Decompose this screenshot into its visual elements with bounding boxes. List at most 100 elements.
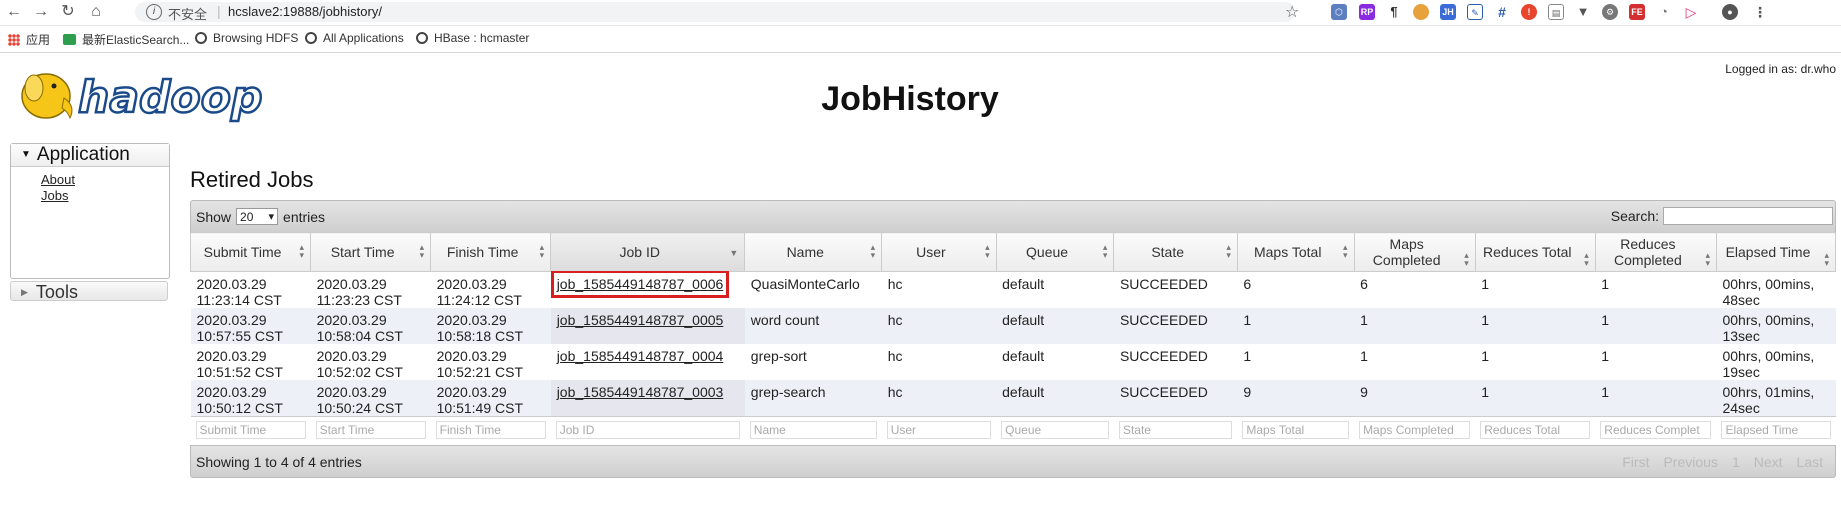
extension-icon[interactable]: ⬡: [1331, 4, 1347, 20]
extension-icon[interactable]: ▤: [1548, 4, 1564, 20]
sidebar-link-jobs[interactable]: Jobs: [41, 188, 169, 204]
filter-input[interactable]: Start Time: [315, 421, 426, 439]
filter-input[interactable]: Maps Total: [1242, 421, 1350, 439]
home-icon[interactable]: ⌂: [86, 3, 106, 21]
column-header[interactable]: Finish Time ▴ ▾: [430, 232, 552, 272]
pager-next[interactable]: Next: [1754, 454, 1783, 470]
forward-icon[interactable]: →: [31, 3, 51, 21]
back-icon[interactable]: ←: [4, 3, 24, 21]
filter-input[interactable]: Elapsed Time: [1721, 421, 1831, 439]
cookie-extension-icon[interactable]: [1413, 4, 1429, 20]
job-id-link[interactable]: job_1585449148787_0003: [557, 384, 724, 400]
sort-icon: ▴ ▾: [1824, 250, 1829, 268]
pilcrow-extension-icon[interactable]: ¶: [1386, 4, 1402, 20]
folder-icon: [63, 34, 76, 45]
table-info: Showing 1 to 4 of 4 entries: [196, 453, 362, 470]
play-extension-icon[interactable]: ▷: [1683, 4, 1699, 20]
avatar-icon[interactable]: ●: [1722, 4, 1738, 20]
extension-icon[interactable]: RP: [1359, 4, 1375, 20]
page-size-select[interactable]: 20: [236, 208, 279, 226]
menu-dots-icon[interactable]: ⋮: [1752, 4, 1768, 20]
extension-icon[interactable]: FE: [1629, 4, 1645, 20]
column-header[interactable]: Start Time ▴ ▾: [310, 232, 432, 272]
table-row: 2020.03.29 11:23:14 CST 2020.03.29 11:23…: [190, 270, 1836, 308]
globe-icon: [416, 32, 428, 44]
pager-last[interactable]: Last: [1797, 454, 1823, 470]
filter-input[interactable]: Submit Time: [195, 421, 306, 439]
table-footer: Showing 1 to 4 of 4 entries First Previo…: [190, 444, 1836, 478]
filter-input[interactable]: Maps Completed: [1359, 421, 1471, 439]
filter-row: Submit Time Start Time Finish Time Job I…: [190, 416, 1836, 445]
grid-extension-icon[interactable]: #: [1494, 4, 1510, 20]
info-icon[interactable]: i: [146, 4, 162, 20]
section-title: Retired Jobs: [190, 167, 314, 192]
bookmark-all-applications[interactable]: All Applications: [305, 31, 404, 45]
table-row: 2020.03.29 10:50:12 CST 2020.03.29 10:50…: [190, 380, 1836, 417]
column-header[interactable]: Maps Completed ▴ ▾: [1353, 232, 1476, 272]
gear-extension-icon[interactable]: ⚙: [1602, 4, 1618, 20]
pager-page-1[interactable]: 1: [1732, 454, 1740, 470]
bookmark-star-icon[interactable]: ☆: [1285, 2, 1299, 22]
bookmark-hbase[interactable]: HBase : hcmaster: [416, 31, 529, 45]
search-control: Search:: [1611, 207, 1833, 225]
url-separator: |: [217, 3, 221, 19]
filter-input[interactable]: Job ID: [555, 421, 740, 439]
job-id-link[interactable]: job_1585449148787_0006: [550, 270, 730, 298]
column-header[interactable]: State ▴ ▾: [1113, 232, 1238, 272]
sort-icon: ▴ ▾: [870, 242, 876, 260]
filter-input[interactable]: State: [1118, 421, 1233, 439]
pager-first[interactable]: First: [1622, 454, 1649, 470]
apps-grid-icon: [8, 33, 20, 46]
extension-icon[interactable]: ◔: [1656, 4, 1672, 20]
column-header[interactable]: User ▴ ▾: [881, 232, 997, 272]
collapsed-triangle-icon: ▶: [21, 287, 28, 297]
alert-extension-icon[interactable]: !: [1521, 4, 1537, 20]
insecure-label: 不安全: [168, 7, 208, 22]
filter-input[interactable]: Reduces Total: [1480, 421, 1591, 439]
sort-icon: ▴ ▾: [539, 242, 545, 260]
column-header[interactable]: Job ID ▼: [550, 232, 746, 272]
job-id-link[interactable]: job_1585449148787_0004: [557, 348, 724, 364]
reload-icon[interactable]: ↻: [58, 3, 78, 21]
column-header[interactable]: Submit Time ▴ ▾: [189, 232, 312, 272]
bookmark-apps[interactable]: 应用: [8, 31, 50, 48]
globe-icon: [195, 32, 207, 44]
column-header[interactable]: Elapsed Time ▴ ▾: [1715, 232, 1837, 272]
hadoop-logo: hadoop: [21, 71, 264, 124]
pager-previous[interactable]: Previous: [1663, 454, 1717, 470]
application-header[interactable]: ▼ Application: [11, 144, 169, 167]
svg-text:hadoop: hadoop: [78, 72, 262, 123]
column-header[interactable]: Maps Total ▴ ▾: [1236, 232, 1355, 272]
table-toolbar: Show 20 entries Search:: [190, 200, 1836, 232]
filter-input[interactable]: Reduces Complet: [1600, 421, 1712, 439]
extension-icon[interactable]: JH: [1440, 4, 1456, 20]
sidebar-link-about[interactable]: About: [41, 172, 169, 188]
sidebar-tools[interactable]: ▶ Tools: [10, 281, 168, 302]
column-header[interactable]: Queue ▴ ▾: [995, 232, 1115, 272]
column-header[interactable]: Reduces Completed ▴ ▾: [1594, 232, 1717, 272]
filter-input[interactable]: Finish Time: [435, 421, 546, 439]
url-text[interactable]: hcslave2:19888/jobhistory/: [228, 4, 382, 19]
search-input[interactable]: [1663, 207, 1833, 225]
sort-icon: ▴ ▾: [1464, 250, 1469, 268]
globe-icon: [305, 32, 317, 44]
page-title: JobHistory: [821, 80, 999, 118]
table-row: 2020.03.29 10:51:52 CST 2020.03.29 10:52…: [190, 344, 1836, 380]
expanded-triangle-icon: ▼: [21, 149, 31, 160]
bookmark-elasticsearch[interactable]: 最新ElasticSearch...: [63, 31, 189, 48]
table-header-row: Submit Time ▴ ▾ Start Time ▴ ▾ Finish Time ▴ ▾…: [189, 232, 1837, 272]
column-header[interactable]: Name ▴ ▾: [744, 232, 883, 272]
pagination: First Previous 1 Next Last: [1622, 454, 1823, 470]
filter-input[interactable]: Queue: [1001, 421, 1109, 439]
column-header[interactable]: Reduces Total ▴ ▾: [1474, 232, 1596, 272]
filter-input[interactable]: Name: [749, 421, 877, 439]
table-row: 2020.03.29 10:57:55 CST 2020.03.29 10:58…: [190, 308, 1836, 344]
bookmark-browsing-hdfs[interactable]: Browsing HDFS: [195, 31, 298, 45]
sort-icon: ▴ ▾: [1102, 242, 1108, 260]
vue-extension-icon[interactable]: ▼: [1575, 4, 1591, 20]
sort-icon: ▴ ▾: [1343, 242, 1348, 260]
sort-icon: ▴ ▾: [299, 242, 305, 260]
job-id-link[interactable]: job_1585449148787_0005: [557, 312, 724, 328]
edit-extension-icon[interactable]: ✎: [1467, 4, 1483, 20]
filter-input[interactable]: User: [886, 421, 992, 439]
